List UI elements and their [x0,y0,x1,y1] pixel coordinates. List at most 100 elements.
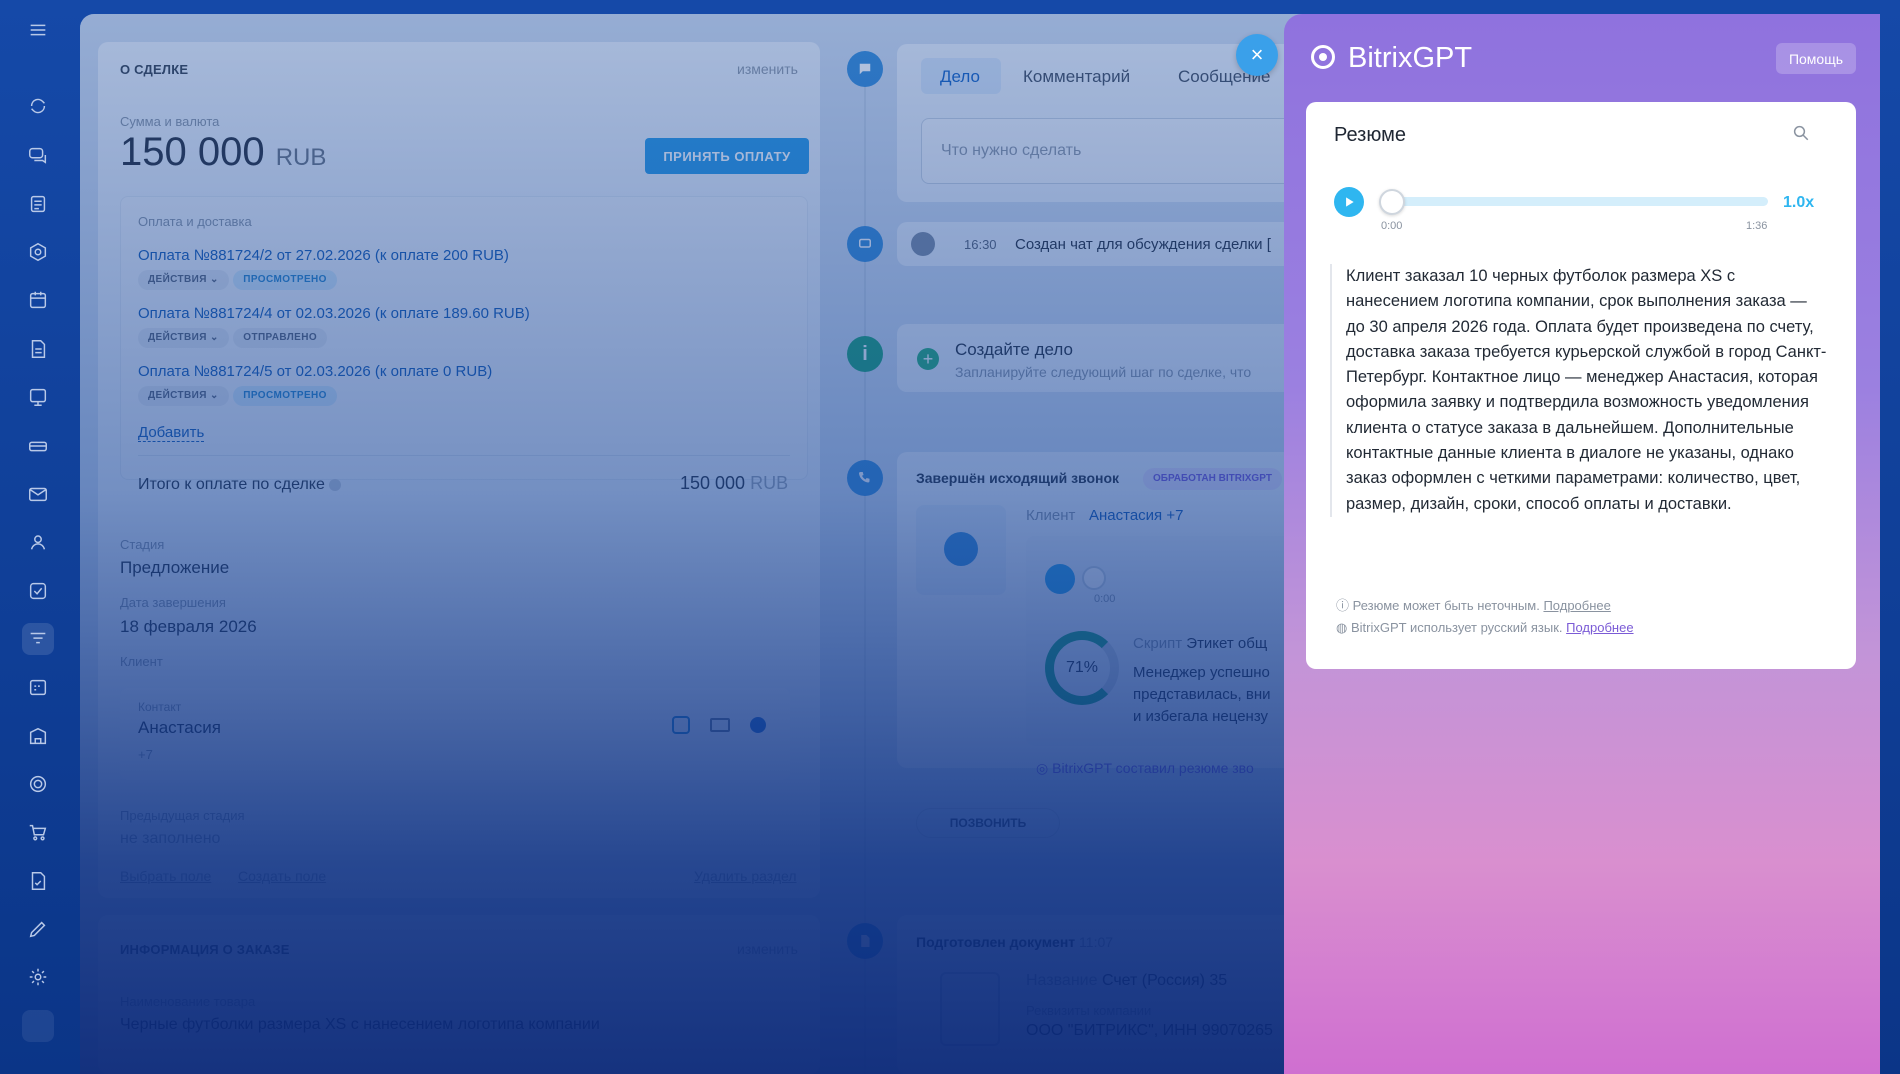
storage-icon[interactable] [22,430,54,462]
help-button[interactable]: Помощь [1776,43,1856,74]
company-icon[interactable] [22,720,54,752]
globe-icon: ◍ [1336,620,1348,635]
order-edit-link[interactable]: изменить [737,941,798,957]
payment-status-badge: ПРОСМОТРЕНО [233,386,337,406]
create-field-link[interactable]: Создать поле [238,868,326,884]
funnel-icon[interactable] [22,623,54,655]
select-field-link[interactable]: Выбрать поле [120,868,211,884]
gpt-summary-note[interactable]: ◎ BitrixGPT составил резюме зво [1036,760,1254,777]
payment-link[interactable]: Оплата №881724/4 от 02.03.2026 (к оплате… [138,305,530,322]
summary-title: Резюме [1334,124,1406,146]
settings-icon[interactable] [22,961,54,993]
document-icon[interactable] [22,333,54,365]
payment-status-badge: ОТПРАВЛЕНО [233,328,328,348]
call-client-value[interactable]: Анастасия +7 [1089,507,1183,524]
payment-link[interactable]: Оплата №881724/5 от 02.03.2026 (к оплате… [138,363,492,380]
group-icon[interactable] [22,526,54,558]
schedule-icon[interactable] [22,671,54,703]
calendar-icon[interactable] [22,284,54,316]
contract-icon[interactable] [22,865,54,897]
chat-dot-icon [847,226,883,262]
create-task-title[interactable]: Создайте дело [955,340,1073,360]
circle-icon[interactable] [22,236,54,268]
call-play-button[interactable] [1045,564,1075,594]
call-client-label: Клиент [1026,507,1076,524]
contact-name[interactable]: Анастасия [138,718,221,738]
prev-stage-label: Предыдущая стадия [120,808,245,823]
info-icon: ⓘ [1336,598,1350,613]
product-value: Черные футболки размера XS с нанесением … [120,1016,600,1033]
mail-icon[interactable] [710,718,730,732]
payment-status-badge: ПРОСМОТРЕНО [233,270,337,290]
audio-progress-track[interactable] [1392,197,1768,206]
prev-stage-value: не заполнено [120,830,221,847]
doc-name-label: Название Счет (Россия) 35 [1026,972,1228,989]
accept-payment-button[interactable]: ПРИНЯТЬ ОПЛАТУ [645,138,809,174]
delete-section-link[interactable]: Удалить раздел [694,868,797,884]
call-button[interactable]: ПОЗВОНИТЬ [916,808,1060,838]
chat-icon[interactable] [750,717,766,733]
search-icon[interactable] [1792,124,1810,142]
amount-value: 150 000 RUB [120,130,327,174]
language-more-link[interactable]: Подробнее [1566,620,1633,635]
doc-requisites-value: ООО "БИТРИКС", ИНН 99070265 [1026,1022,1273,1039]
info-icon[interactable] [329,478,342,491]
add-payment-link[interactable]: Добавить [138,424,205,442]
order-section-title: ИНФОРМАЦИЯ О ЗАКАЗЕ [120,942,290,957]
comment-dot-icon [847,51,883,87]
close-icon: × [1250,42,1264,67]
payment-link[interactable]: Оплата №881724/2 от 27.02.2026 (к оплате… [138,247,509,264]
bitrixgpt-logo-icon [1311,45,1335,69]
chat-icon[interactable] [22,139,54,171]
chat-text[interactable]: Создан чат для обсуждения сделки [ [1015,236,1271,253]
payment-actions-dropdown[interactable]: ДЕЙСТВИЯ ⌄ [138,270,229,290]
tasks-icon[interactable] [22,575,54,607]
gpt-processed-badge: ОБРАБОТАН BITRIXGPT [1143,468,1282,490]
mail-icon[interactable] [22,478,54,510]
play-button[interactable] [1334,187,1364,217]
call-dot-icon [847,460,883,496]
tab-task[interactable]: Дело [940,67,980,87]
playback-speed[interactable]: 1.0x [1783,194,1814,212]
sign-icon[interactable] [22,913,54,945]
play-icon [1346,197,1354,207]
payment-actions-dropdown[interactable]: ДЕЙСТВИЯ ⌄ [138,386,229,406]
audio-start-time: 0:00 [1381,220,1403,232]
board-icon[interactable] [22,381,54,413]
call-title: Завершён исходящий звонок [916,470,1120,486]
timeline-line [864,60,866,1074]
plus-icon[interactable]: + [917,348,939,370]
document-thumbnail[interactable] [940,972,1000,1046]
feed-icon[interactable] [22,188,54,220]
audio-progress-thumb[interactable] [1379,189,1405,215]
avatar [911,232,935,256]
close-date-label: Дата завершения [120,595,226,610]
cart-icon[interactable] [22,816,54,848]
accuracy-more-link[interactable]: Подробнее [1543,598,1610,613]
gpt-title: BitrixGPT [1348,42,1473,74]
phone-icon[interactable] [672,716,690,734]
play-icon[interactable] [944,532,978,566]
sync-icon[interactable] [22,90,54,122]
payment-row-actions: ДЕЙСТВИЯ ⌄ ПРОСМОТРЕНО [138,385,337,406]
deal-edit-link[interactable]: изменить [737,61,798,77]
more-icon[interactable] [22,1010,54,1042]
stage-label: Стадия [120,537,165,552]
close-date-value[interactable]: 18 февраля 2026 [120,617,257,637]
close-panel-button[interactable]: × [1236,34,1278,76]
client-label: Клиент [120,654,163,669]
product-label: Наименование товара [120,994,256,1009]
stage-value[interactable]: Предложение [120,558,229,578]
info-dot-icon: i [847,336,883,372]
payments-title: Оплата и доставка [138,214,252,229]
call-slider-thumb[interactable] [1082,566,1106,590]
script-label: Скрипт Этикет общ [1133,635,1268,652]
target-icon[interactable] [22,768,54,800]
contact-phone: +7 [138,747,153,762]
language-note: ◍ BitrixGPT использует русский язык. Под… [1336,620,1634,635]
payment-actions-dropdown[interactable]: ДЕЙСТВИЯ ⌄ [138,328,229,348]
menu-icon[interactable] [22,14,54,46]
left-sidebar [0,0,78,1074]
score-ring: 71% [1045,631,1119,705]
tab-comment[interactable]: Комментарий [1023,67,1130,87]
